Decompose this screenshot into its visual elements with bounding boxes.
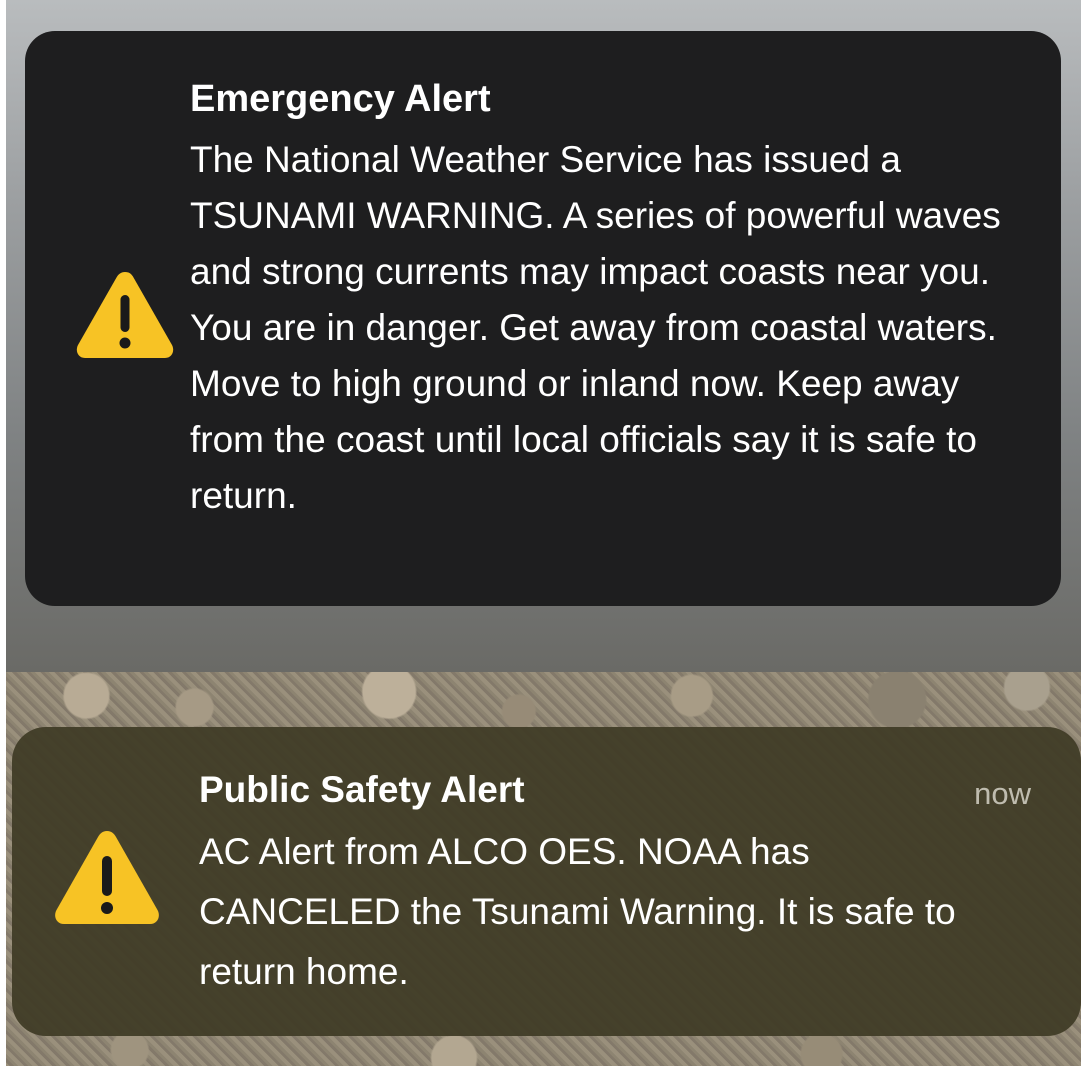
screenshot-edge <box>0 672 6 1066</box>
screenshot-edge <box>0 0 6 672</box>
alert-message: AC Alert from ALCO OES. NOAA has CANCELE… <box>199 831 956 992</box>
emergency-alert-notification[interactable]: Emergency Alert The National Weather Ser… <box>25 31 1061 606</box>
warning-triangle-icon <box>55 831 159 924</box>
public-safety-alert-notification[interactable]: Public Safety Alert now AC Alert from AL… <box>12 727 1081 1036</box>
alert-message: The National Weather Service has issued … <box>190 139 1001 516</box>
alert-timestamp: now <box>974 776 1031 811</box>
alert-title: Emergency Alert <box>190 78 491 120</box>
warning-triangle-icon <box>76 272 174 358</box>
alert-title: Public Safety Alert <box>199 769 525 810</box>
